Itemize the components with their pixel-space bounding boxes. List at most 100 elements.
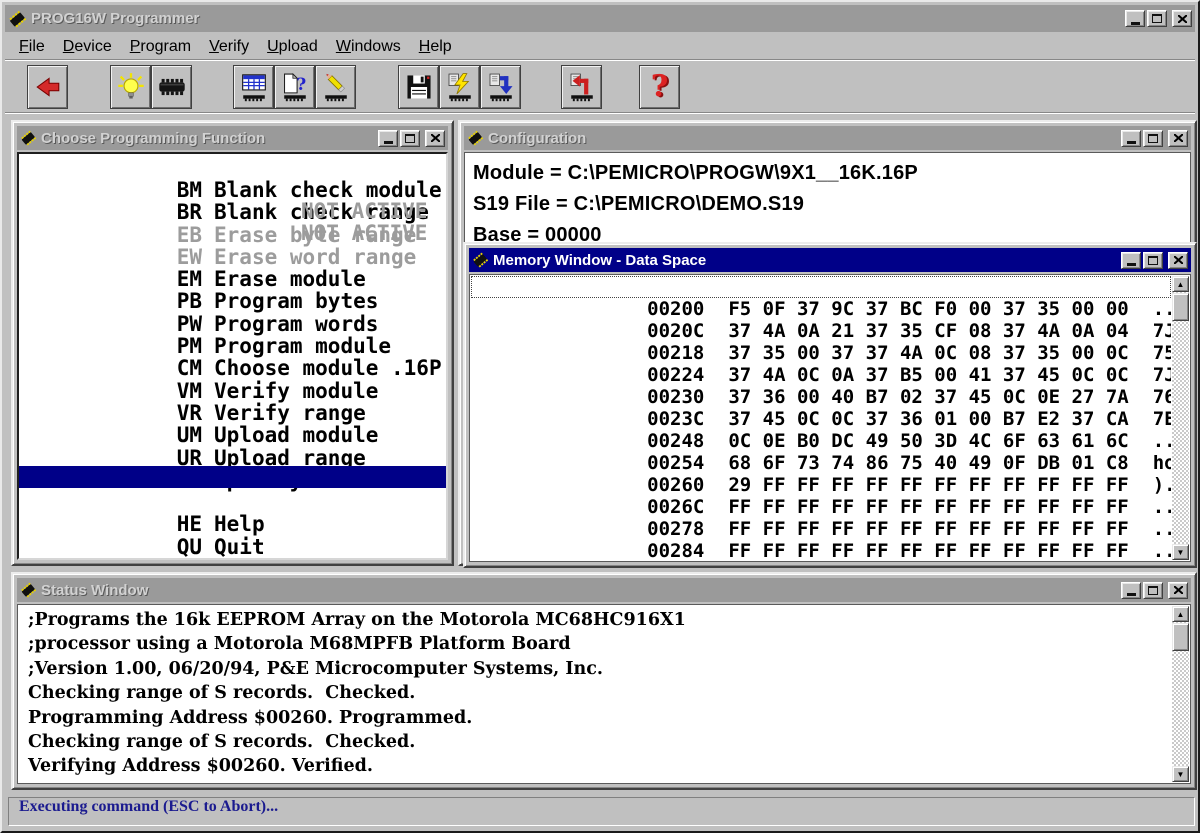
memory-hex-bytes: 37 45 0C 0C 37 36 01 00 B7 E2 37 CA [728,408,1129,430]
close-icon [1177,14,1187,23]
status-window-title-bar: Status Window [17,578,1191,602]
scrollbar-up-button[interactable]: ▲ [1172,606,1189,622]
function-list-item[interactable]: UR Upload range [19,422,446,470]
configuration-line: S19 File = C:\PEMICRO\DEMO.S19 [473,193,805,215]
function-list-item[interactable]: VM Verify module [19,355,446,403]
function-list-item[interactable]: RE Reset chip [19,533,446,558]
menu-file[interactable]: File [10,38,54,56]
program-module-button[interactable] [439,65,480,109]
menu-verify[interactable]: Verify [200,38,258,56]
memory-ascii: )........... [1152,474,1171,496]
maximize-button[interactable] [1143,251,1163,269]
window-chip-icon [468,130,483,146]
chip-base-icon [242,94,265,101]
document-question-icon: ? [283,72,306,93]
memory-hex-bytes: FF FF FF FF FF FF FF FF FF FF FF FF [728,518,1129,540]
function-code: RE [177,557,202,558]
memory-address: 0023C [647,408,705,430]
close-icon [1173,256,1183,264]
save-button[interactable] [398,65,439,109]
power-on-button[interactable] [110,65,151,109]
function-list-item[interactable]: EM Erase module [19,243,446,291]
function-list-item[interactable]: SSSpecify S record [19,444,446,492]
status-lines: ;Programs the 16k EEPROM Array on the Mo… [28,608,1190,779]
menu-help[interactable]: Help [410,38,461,56]
memory-hex-bytes: 29 FF FF FF FF FF FF FF FF FF FF FF [728,474,1129,496]
memory-ascii: 7J..7..A7E.. [1152,364,1171,386]
scrollbar-down-button[interactable]: ▼ [1172,544,1189,560]
function-list-item[interactable]: BR Blank check range [19,176,446,224]
back-button[interactable] [27,65,68,109]
memory-ascii: 7J.!75..7J.. [1152,320,1171,342]
minimize-button[interactable] [378,129,398,147]
status-scrollbar[interactable]: ▲ ▼ [1172,606,1189,782]
memory-window: Memory Window - Data Space 00200 F5 0F 37… [463,242,1197,568]
memory-ascii: 75.77J..75.. [1152,342,1171,364]
function-list-item[interactable]: VR Verify range [19,377,446,425]
close-button[interactable] [425,129,445,147]
memory-row[interactable]: 00200 F5 0F 37 9C 37 BC F0 00 37 35 00 00… [471,276,1171,320]
function-list-item[interactable]: UM Upload module [19,399,446,447]
function-window-title: Choose Programming Function [41,129,266,147]
minimize-button[interactable] [1121,251,1141,269]
status-line: Programming Address $00260. Programmed. [28,707,473,728]
function-list-item[interactable]: QU Quit [19,511,446,558]
pencil-icon [325,73,345,92]
svg-text:?: ? [296,73,306,93]
device-button[interactable] [151,65,192,109]
minimize-button[interactable] [1125,10,1145,27]
maximize-button[interactable] [400,129,420,147]
minimize-button[interactable] [1121,129,1141,147]
function-list-item[interactable]: PB Program bytes [19,265,446,313]
status-line: Checking range of S records. Checked. [28,732,416,753]
close-button[interactable] [1168,129,1188,147]
scrollbar-thumb[interactable] [1172,623,1189,651]
blank-check-button[interactable]: ? [274,65,315,109]
memory-address: 00260 [647,474,705,496]
chip-base-icon [570,94,593,101]
maximize-button[interactable] [1143,581,1163,599]
memory-address: 0020C [647,320,705,342]
menu-windows[interactable]: Windows [327,38,410,56]
function-list-item[interactable]: HE Help [19,488,446,536]
function-list-item[interactable]: EB Erase byte range NOT ACTIVE [19,199,446,247]
function-list-item[interactable]: PW Program words [19,288,446,336]
up-arrow-icon: ▲ [1176,609,1185,619]
maximize-icon [1148,133,1158,143]
close-button[interactable] [1168,251,1188,269]
function-list-item[interactable]: EW Erase word range NOT ACTIVE [19,221,446,269]
download-s-record-button[interactable] [480,65,521,109]
menu-device[interactable]: Device [54,38,121,56]
close-button[interactable] [1172,10,1192,27]
scrollbar-thumb[interactable] [1172,293,1189,321]
scrollbar-down-button[interactable]: ▼ [1172,766,1189,782]
close-button[interactable] [1168,581,1188,599]
close-icon [430,134,440,142]
maximize-icon [1148,255,1158,265]
status-line: Checking range of S records. Checked. [28,683,416,704]
maximize-button[interactable] [1143,129,1163,147]
function-list-item[interactable]: SM Show module [19,466,446,514]
function-list-item[interactable]: PM Program module [19,310,446,358]
memory-hex-bytes: 37 35 00 37 37 4A 0C 08 37 35 00 0C [728,342,1129,364]
upload-module-button[interactable] [561,65,602,109]
memory-rows: 00200 F5 0F 37 9C 37 BC F0 00 37 35 00 00… [471,276,1171,560]
menu-program[interactable]: Program [121,38,200,56]
scrollbar-up-button[interactable]: ▲ [1172,276,1189,292]
menu-upload[interactable]: Upload [258,38,327,56]
minimize-button[interactable] [1121,581,1141,599]
function-list-item[interactable]: CM Choose module .16P [19,332,446,380]
window-chip-icon [21,130,36,146]
app-title-bar: PROG16W Programmer [5,5,1195,32]
memory-ascii: 7E..76....7. [1152,408,1171,430]
maximize-button[interactable] [1147,10,1167,27]
function-list-item[interactable]: BM Blank check module [19,154,446,202]
memory-hex-bytes: 68 6F 73 74 86 75 40 49 0F DB 01 C8 [728,452,1129,474]
help-button[interactable]: ? [639,65,680,109]
memory-scrollbar[interactable]: ▲ ▼ [1172,276,1189,560]
memory-hex-bytes: F5 0F 37 9C 37 BC F0 00 37 35 00 00 [728,298,1129,320]
close-icon [1173,586,1183,594]
show-module-button[interactable] [233,65,274,109]
program-button[interactable] [315,65,356,109]
upload-arrow-icon [570,73,588,94]
